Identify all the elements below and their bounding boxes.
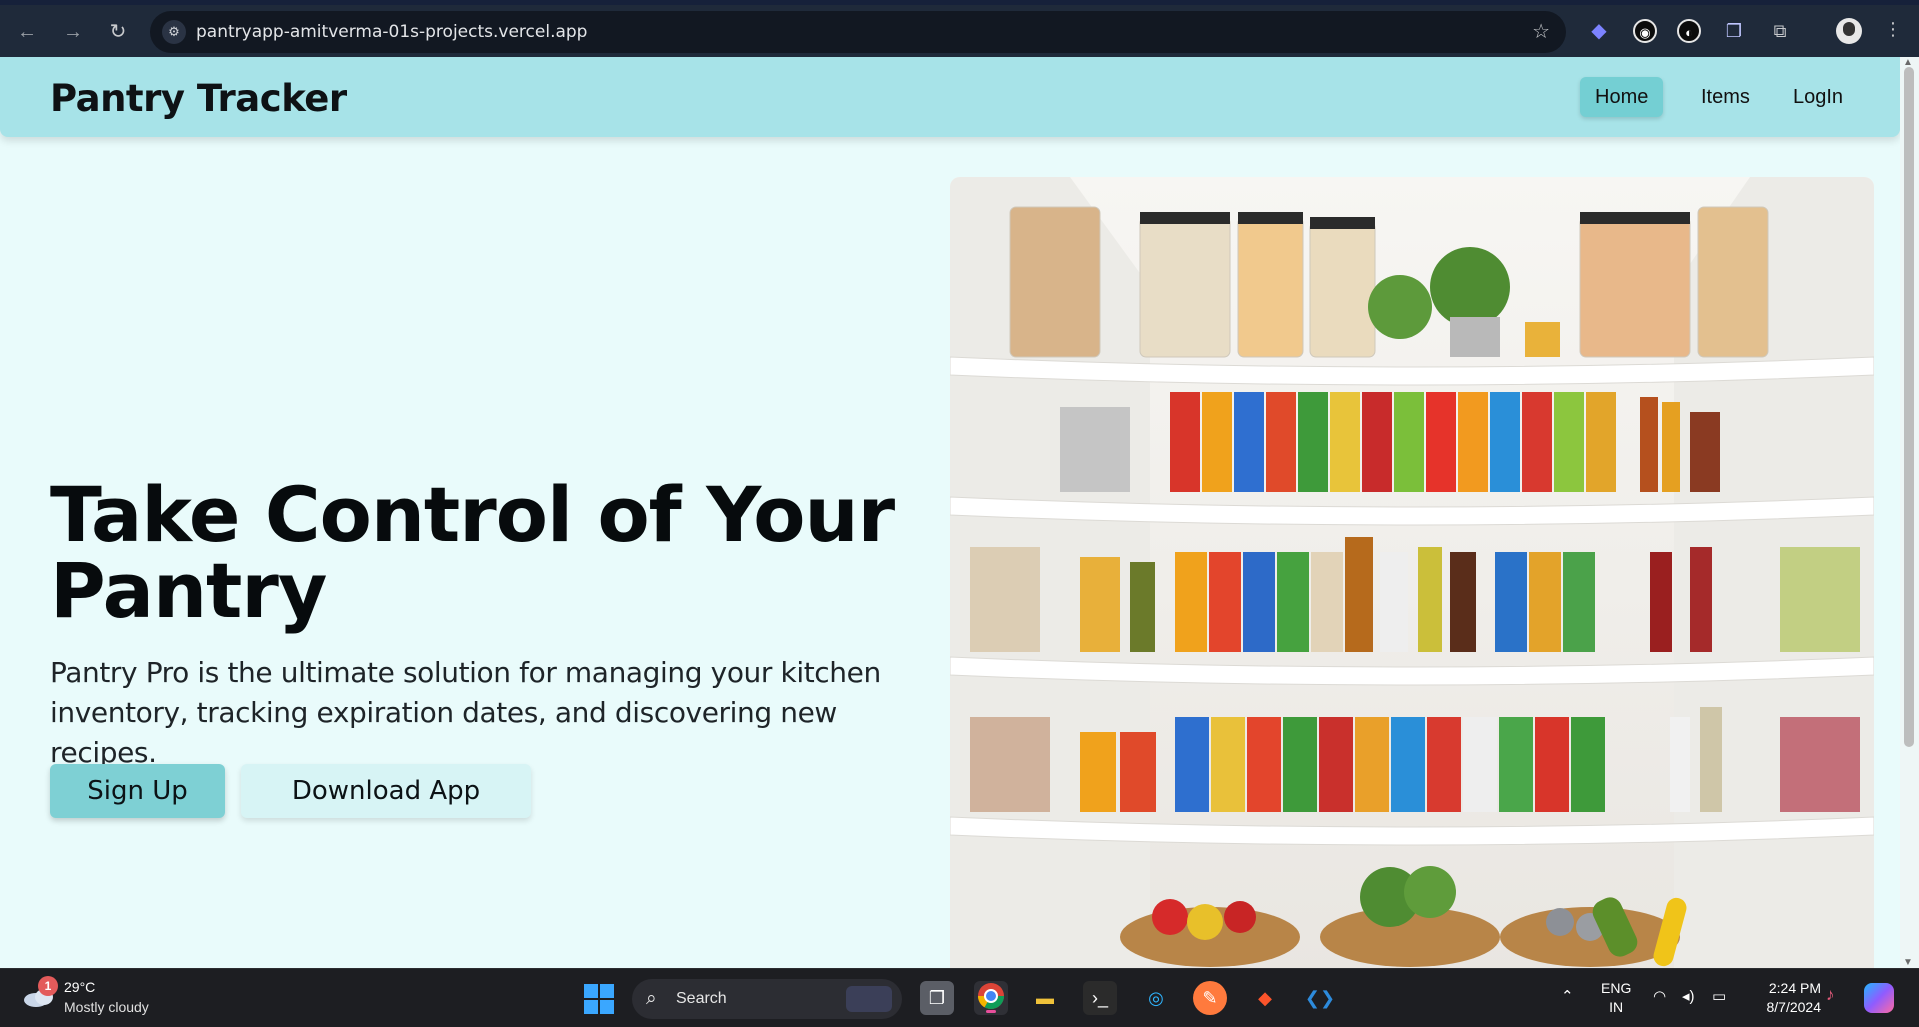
pantry-shelves-image xyxy=(950,177,1874,968)
download-app-button[interactable]: Download App xyxy=(241,764,531,818)
terminal-icon[interactable]: ›_ xyxy=(1083,981,1117,1015)
clock-time: 2:24 PM xyxy=(1768,980,1821,996)
extension-circle-icon[interactable]: ◉ xyxy=(1633,19,1657,43)
battery-icon[interactable]: ▭ xyxy=(1712,987,1726,1005)
url-text[interactable]: pantryapp-amitverma-01s-projects.vercel.… xyxy=(196,22,587,42)
extension-windows-icon[interactable]: ❐ xyxy=(1722,19,1746,43)
language-code: ENG xyxy=(1601,980,1632,996)
swift-app-icon[interactable]: ✎ xyxy=(1193,981,1227,1015)
forward-arrow-icon[interactable]: → xyxy=(58,17,88,47)
weather-temperature[interactable]: 29°C xyxy=(64,979,95,995)
taskbar-search[interactable]: ⌕ Search xyxy=(632,979,902,1019)
back-arrow-icon[interactable]: ← xyxy=(12,17,42,47)
signup-button[interactable]: Sign Up xyxy=(50,764,225,818)
scroll-thumb[interactable] xyxy=(1904,67,1914,747)
scroll-down-icon[interactable]: ▼ xyxy=(1903,957,1913,968)
wifi-icon[interactable]: ◠ xyxy=(1653,987,1666,1005)
vscode-icon[interactable]: ❮❯ xyxy=(1303,981,1337,1015)
hero-title: Take Control of Your Pantry xyxy=(50,470,895,635)
weather-badge: 1 xyxy=(38,976,58,996)
notification-bell-icon[interactable]: ♪ xyxy=(1826,985,1835,1005)
windows-start-icon[interactable] xyxy=(584,984,614,1014)
search-icon: ⌕ xyxy=(646,988,657,1009)
browser-toolbar: ← → ↻ ⚙ pantryapp-amitverma-01s-projects… xyxy=(0,0,1919,57)
taskbar: 1 29°C Mostly cloudy ⌕ Search ❐ ▬ ›_ ◎ ✎… xyxy=(0,968,1919,1027)
clock-date: 8/7/2024 xyxy=(1766,999,1822,1015)
address-bar[interactable]: ⚙ pantryapp-amitverma-01s-projects.verce… xyxy=(150,11,1566,53)
tray-chevron-icon[interactable]: ⌃ xyxy=(1561,987,1574,1005)
edge-icon[interactable]: ◎ xyxy=(1139,981,1173,1015)
system-clock[interactable]: 2:24 PM 8/7/2024 xyxy=(1753,979,1822,1017)
extension-flame-icon[interactable]: ◆ xyxy=(1587,19,1611,43)
extensions-puzzle-icon[interactable]: ⧉ xyxy=(1768,19,1792,43)
volume-icon[interactable]: ◂) xyxy=(1682,987,1695,1005)
copilot-icon[interactable] xyxy=(1864,983,1894,1013)
task-view-icon[interactable]: ❐ xyxy=(920,981,954,1015)
brand-title[interactable]: Pantry Tracker xyxy=(50,77,347,120)
browser-menu-icon[interactable]: ⋮ xyxy=(1884,19,1902,40)
search-highlight-icon xyxy=(846,986,892,1012)
brave-icon[interactable]: ◆ xyxy=(1248,981,1282,1015)
nav-login-link[interactable]: LogIn xyxy=(1778,77,1858,117)
chrome-icon[interactable] xyxy=(974,981,1008,1015)
profile-avatar[interactable] xyxy=(1836,18,1862,44)
extension-chat-icon[interactable]: ◐ xyxy=(1677,19,1701,43)
hero-description: Pantry Pro is the ultimate solution for … xyxy=(50,656,881,769)
site-info-icon[interactable]: ⚙ xyxy=(162,20,186,44)
page-viewport: Pantry Tracker Home Items LogIn Take Con… xyxy=(0,57,1900,968)
taskbar-search-label: Search xyxy=(676,990,727,1007)
language-region: IN xyxy=(1609,999,1624,1015)
language-indicator[interactable]: ENG IN xyxy=(1601,979,1631,1017)
file-explorer-icon[interactable]: ▬ xyxy=(1028,981,1062,1015)
weather-condition[interactable]: Mostly cloudy xyxy=(64,999,149,1015)
nav-items-link[interactable]: Items xyxy=(1686,77,1765,117)
bookmark-star-icon[interactable]: ☆ xyxy=(1532,19,1550,44)
page-scrollbar[interactable]: ▲ ▼ xyxy=(1900,57,1919,968)
reload-icon[interactable]: ↻ xyxy=(103,17,133,47)
app-header: Pantry Tracker Home Items LogIn xyxy=(0,57,1900,137)
nav-home-link[interactable]: Home xyxy=(1580,77,1664,117)
